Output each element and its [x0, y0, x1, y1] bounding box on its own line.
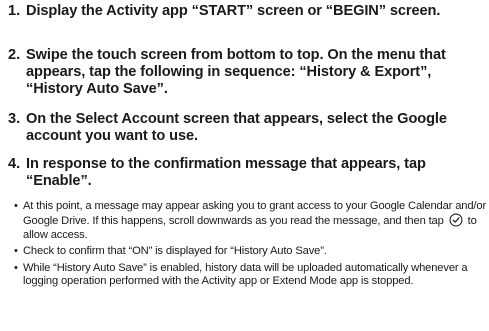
step-2: 2. Swipe the touch screen from bottom to…	[8, 47, 486, 98]
instruction-document: 1. Display the Activity app “START” scre…	[0, 0, 489, 331]
step-text: Swipe the touch screen from bottom to to…	[26, 47, 446, 97]
step-text: Display the Activity app “START” screen …	[26, 3, 441, 19]
note-item: • While “History Auto Save” is enabled, …	[14, 262, 488, 289]
step-1: 1. Display the Activity app “START” scre…	[8, 3, 486, 20]
step-text: On the Select Account screen that appear…	[26, 111, 447, 144]
note-text: While “History Auto Save” is enabled, hi…	[23, 261, 468, 288]
note-text: Check to confirm that “ON” is displayed …	[23, 245, 327, 258]
step-text: In response to the confirmation message …	[26, 156, 426, 189]
step-number: 4.	[8, 156, 21, 172]
step-3: 3. On the Select Account screen that app…	[8, 111, 486, 145]
step-number: 2.	[8, 47, 21, 63]
bullet: •	[14, 261, 18, 274]
note-item: • At this point, a message may appear as…	[14, 200, 488, 242]
step-number: 3.	[8, 111, 21, 127]
step-number: 1.	[8, 3, 21, 19]
step-4: 4. In response to the confirmation messa…	[8, 156, 486, 190]
bullet: •	[14, 200, 18, 212]
check-circle-icon	[449, 213, 463, 227]
step-4-notes: • At this point, a message may appear as…	[14, 200, 488, 291]
note-text: At this point, a message may appear aski…	[23, 200, 487, 228]
bullet: •	[14, 245, 18, 258]
note-item: • Check to confirm that “ON” is displaye…	[14, 245, 488, 258]
